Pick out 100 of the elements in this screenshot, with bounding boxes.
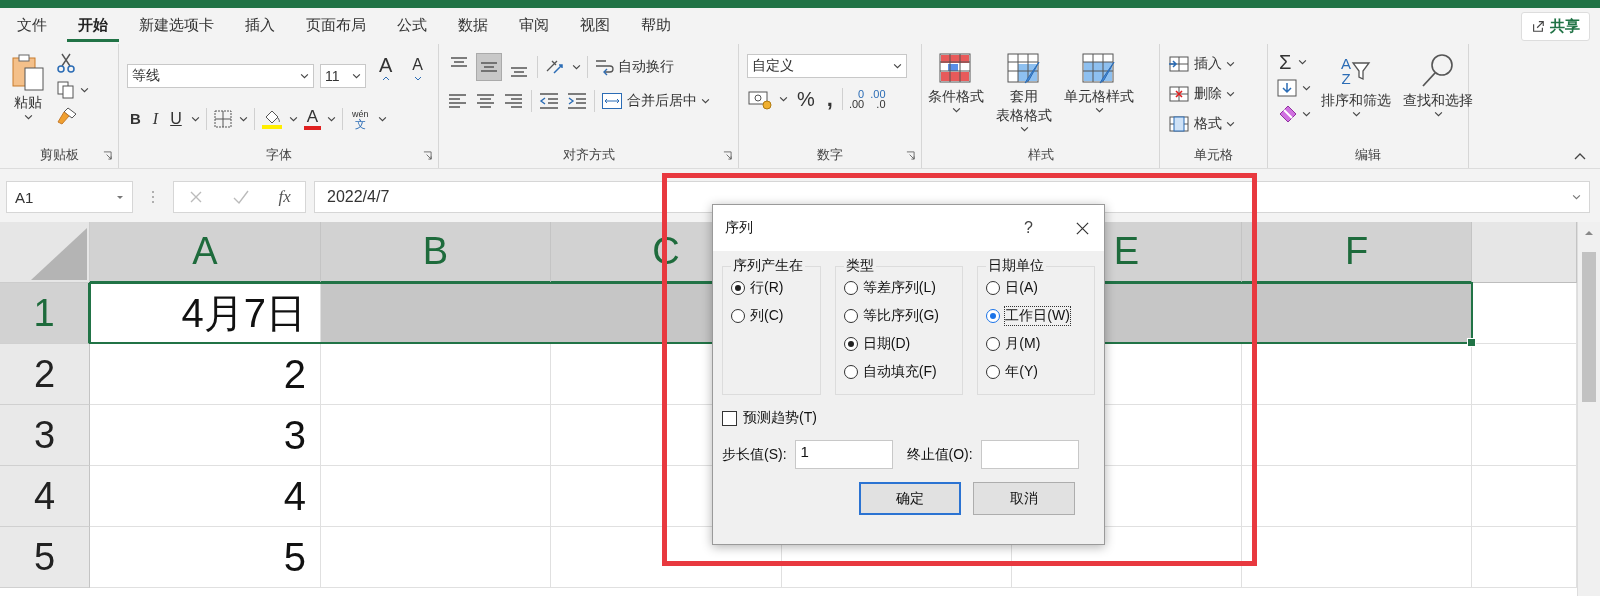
caret-icon[interactable] [1094,107,1104,113]
scroll-up-icon[interactable] [1584,230,1594,236]
radio-button[interactable] [986,365,1001,379]
caret-icon[interactable] [377,116,387,122]
borders-icon[interactable] [212,109,233,129]
radio-button[interactable] [843,281,858,295]
caret-icon[interactable] [116,194,124,200]
column-header[interactable]: A [90,222,321,283]
font-name-field[interactable]: 等线 [127,64,314,88]
row-header[interactable]: 1 [0,283,90,344]
caret-icon[interactable] [80,87,89,93]
close-icon[interactable] [1075,220,1090,236]
cell-styles-button[interactable]: 单元格样式 [1062,50,1136,115]
stop-value-field[interactable] [980,440,1079,469]
name-box-field[interactable]: A1 [6,181,133,213]
phonetic-button[interactable]: wén 文 [349,109,372,129]
horizontal-align-icon[interactable] [475,91,497,111]
caret-icon[interactable] [327,116,337,122]
column-header[interactable]: B [321,222,551,283]
ribbon-tab[interactable]: 页面布局 [295,10,377,42]
ribbon-tab[interactable]: 公式 [386,10,438,42]
font-color-button[interactable]: A [303,108,322,130]
caret-icon[interactable] [238,116,248,122]
caret-icon[interactable] [1433,111,1443,117]
radio-label[interactable]: 等比序列(G) [862,307,939,325]
horizontal-align-icon[interactable] [447,91,469,111]
radio-button[interactable] [731,281,745,295]
collapse-ribbon-icon[interactable] [1574,153,1586,160]
dialog-launcher-icon[interactable] [423,151,432,160]
decrease-decimal-button[interactable]: .00 .0 [870,89,886,109]
caret-icon[interactable] [1351,111,1361,117]
shrink-font-button[interactable]: A [405,54,430,98]
vertical-scrollbar[interactable] [1577,222,1600,596]
ribbon-tab[interactable]: 开始 [67,10,119,42]
caret-icon[interactable] [352,73,362,79]
caret-icon[interactable] [701,98,710,104]
radio-button[interactable] [843,337,858,351]
radio-button[interactable] [986,281,1001,295]
caret-icon[interactable] [1298,59,1308,65]
radio-label[interactable]: 年(Y) [1005,363,1038,381]
paste-button[interactable]: 粘贴 [8,50,48,122]
caret-icon[interactable] [288,116,298,122]
accounting-format-icon[interactable] [747,88,773,110]
number-format-field[interactable]: 自定义 [747,54,907,78]
ribbon-tab[interactable]: 插入 [234,10,286,42]
dialog-launcher-icon[interactable] [103,151,112,160]
formula-field[interactable]: 2022/4/7 [314,181,1590,213]
help-button[interactable]: ? [1024,219,1033,237]
caret-icon[interactable] [1226,91,1235,97]
checkbox[interactable] [722,410,737,426]
drag-handle-icon[interactable] [151,189,155,205]
caret-icon[interactable] [951,107,961,113]
wrap-text-button[interactable]: 自动换行 [594,57,674,77]
caret-icon[interactable] [1226,61,1235,67]
insert-function-button[interactable]: fx [278,187,291,207]
dialog-launcher-icon[interactable] [906,151,915,160]
find-select-button[interactable]: 查找和选择 [1401,50,1475,119]
caret-icon[interactable] [893,63,902,69]
share-button[interactable]: 共享 [1521,11,1590,41]
radio-button[interactable] [843,365,858,379]
format-cells-button[interactable]: 格式 [1168,114,1259,134]
step-value-field[interactable]: 1 [794,440,893,469]
radio-button[interactable] [731,309,745,323]
ribbon-tab[interactable]: 审阅 [508,10,560,42]
copy-icon[interactable] [56,80,76,100]
column-header[interactable]: F [1242,222,1472,283]
check-icon[interactable] [232,189,251,205]
fill-color-icon[interactable] [260,108,283,130]
font-size-field[interactable]: 11 [319,64,367,88]
ribbon-tab[interactable]: 数据 [447,10,499,42]
percent-button[interactable]: % [794,88,818,110]
row-header[interactable]: 2 [0,344,90,405]
caret-icon[interactable] [779,96,788,102]
underline-button[interactable]: U [167,108,185,130]
ribbon-tab[interactable]: 文件 [6,10,58,42]
delete-cells-button[interactable]: 删除 [1168,84,1259,104]
radio-label[interactable]: 自动填充(F) [862,363,937,381]
format-painter-icon[interactable] [56,106,78,126]
autosum-button[interactable]: Σ [1276,52,1295,72]
format-as-table-button[interactable]: 套用 表格格式 [994,50,1054,134]
ribbon-tab[interactable]: 视图 [569,10,621,42]
vertical-align-button[interactable] [477,54,501,80]
increase-decimal-button[interactable]: 0 .00 [848,89,865,109]
caret-icon[interactable] [299,73,309,79]
radio-label[interactable]: 等差序列(L) [862,279,936,297]
sort-filter-button[interactable]: A Z 排序和筛选 [1319,50,1393,119]
italic-button[interactable]: I [149,108,162,130]
ribbon-tab[interactable]: 新建选项卡 [128,10,225,42]
caret-icon[interactable] [572,64,581,70]
caret-icon[interactable] [1019,126,1029,132]
ribbon-tab[interactable]: 帮助 [630,10,682,42]
conditional-format-button[interactable]: 条件格式 [926,50,986,115]
caret-icon[interactable] [23,114,33,120]
cancel-button[interactable]: 取消 [973,482,1075,515]
ok-button[interactable]: 确定 [859,482,961,515]
radio-button[interactable] [843,309,858,323]
scissors-icon[interactable] [56,52,76,74]
caret-icon[interactable] [1302,111,1311,117]
radio-label[interactable]: 日期(D) [862,335,911,353]
scroll-thumb[interactable] [1582,252,1596,402]
